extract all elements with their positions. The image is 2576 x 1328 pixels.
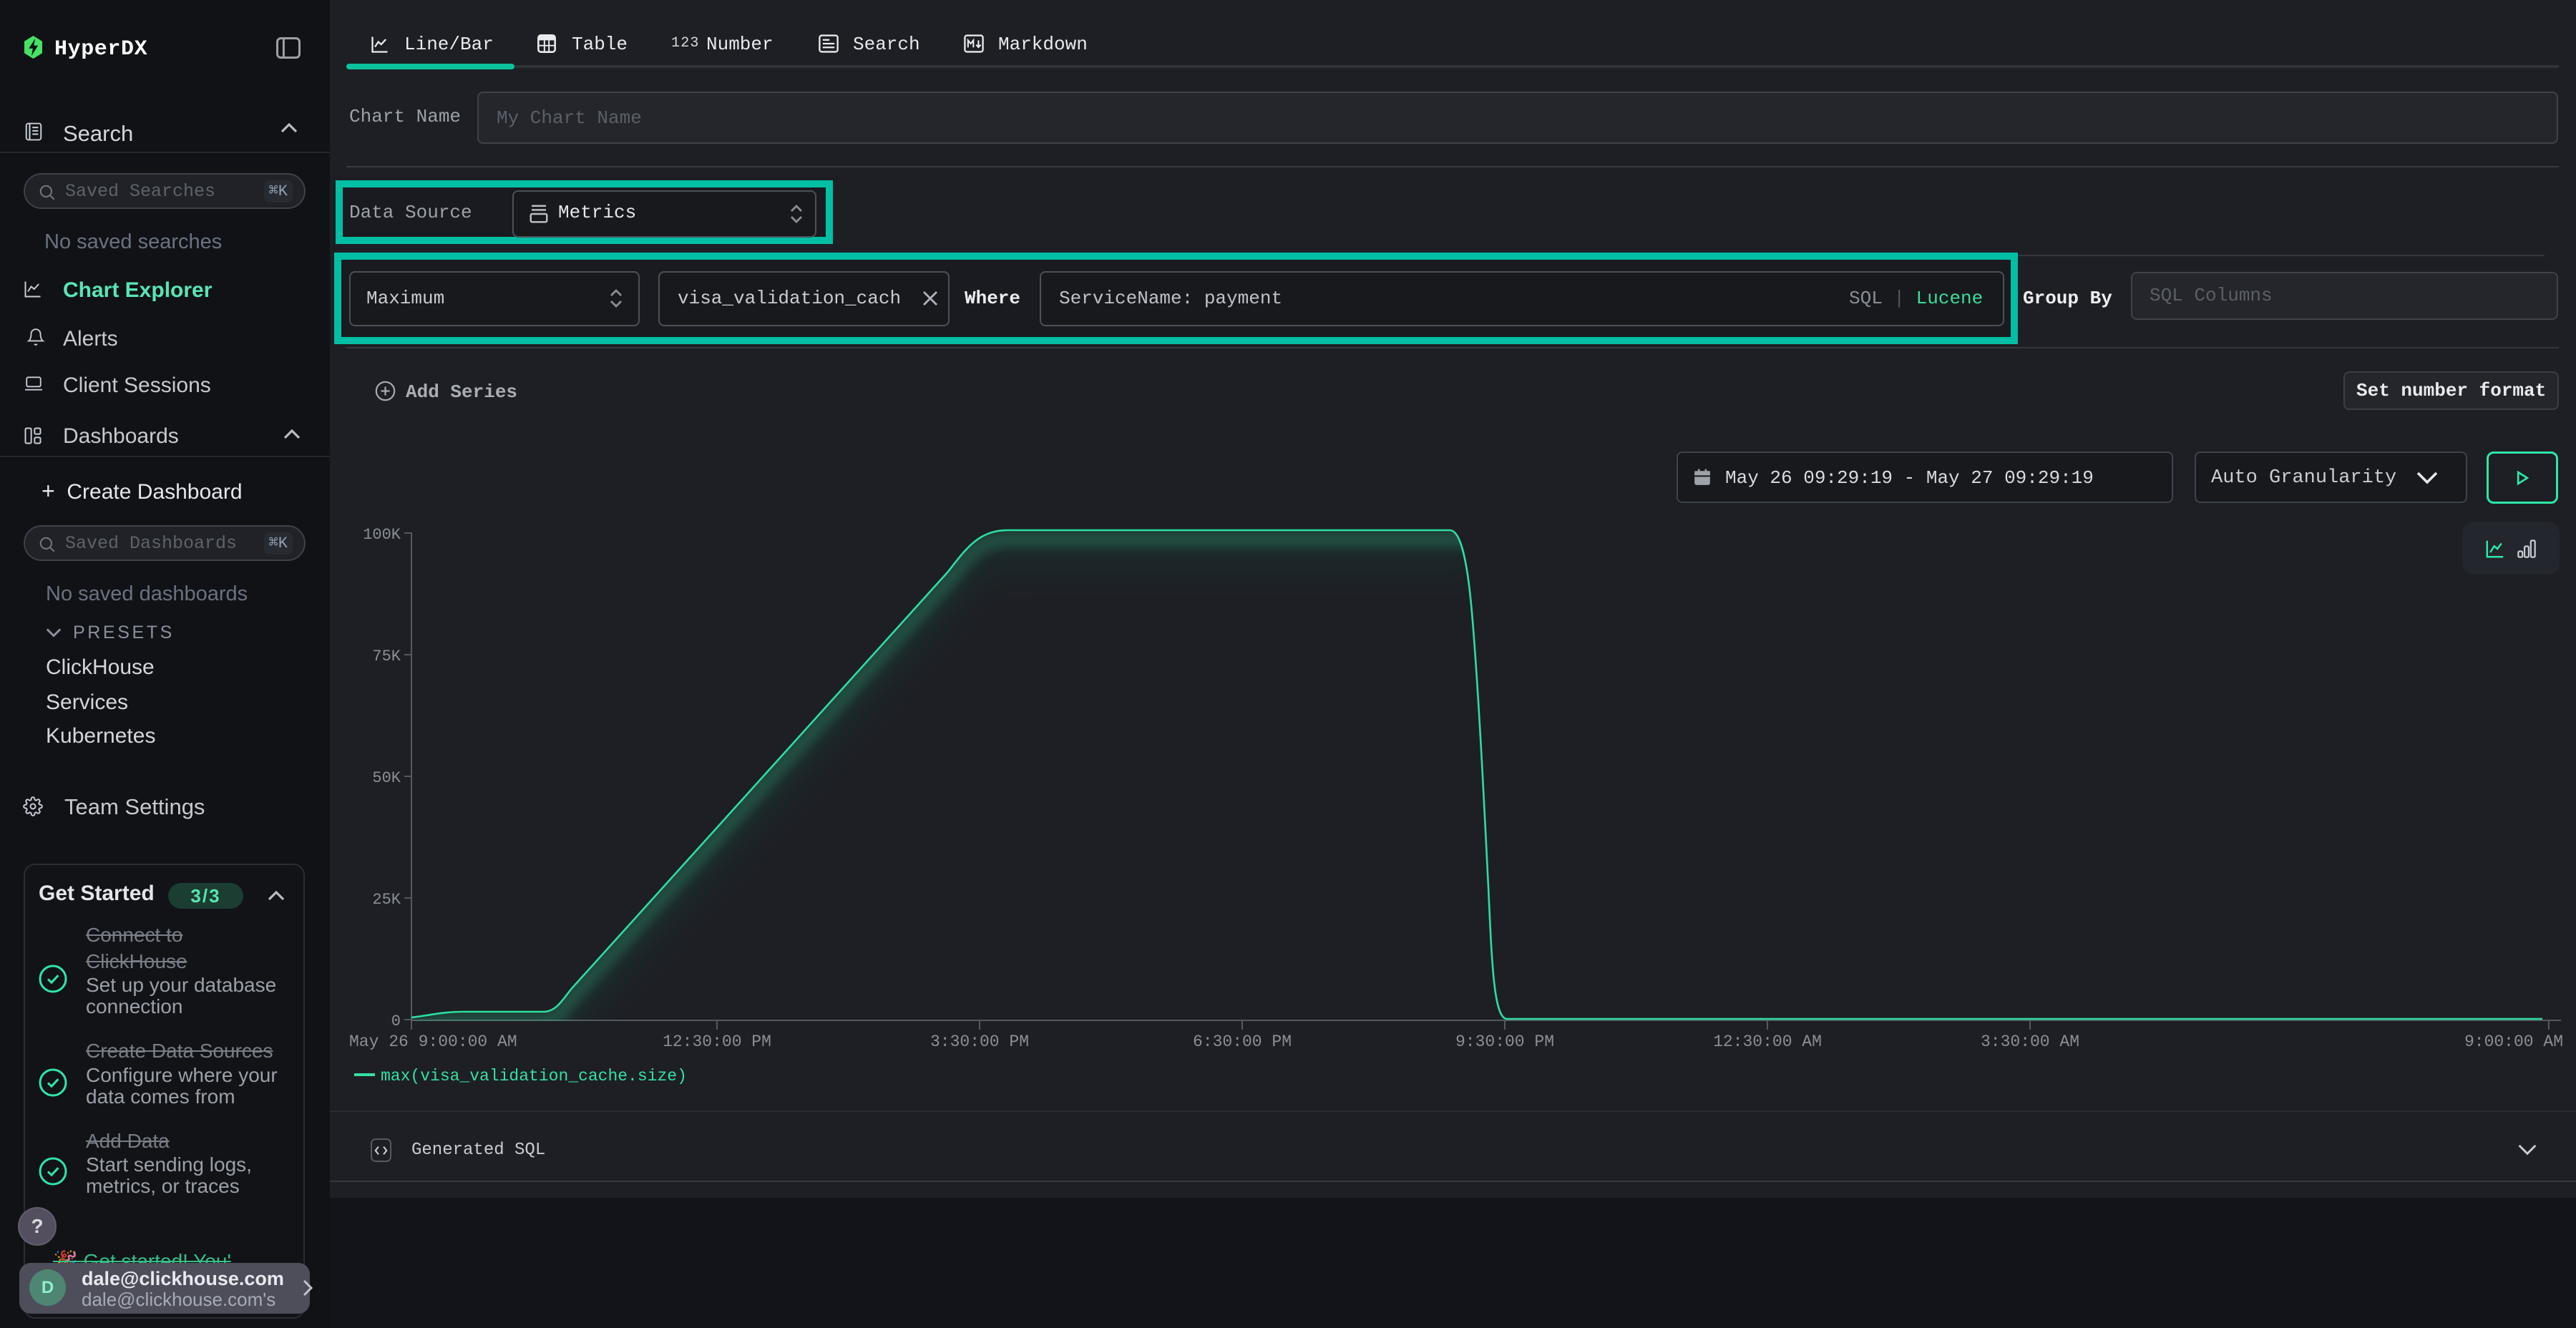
svg-text:6:30:00 PM: 6:30:00 PM (1193, 1032, 1292, 1051)
svg-text:0: 0 (391, 1012, 401, 1030)
svg-text:May 26 9:00:00 AM: May 26 9:00:00 AM (349, 1032, 517, 1051)
svg-text:3:30:00 PM: 3:30:00 PM (930, 1032, 1029, 1051)
svg-text:50K: 50K (372, 769, 401, 787)
svg-text:3:30:00 AM: 3:30:00 AM (1981, 1032, 2079, 1051)
svg-text:9:30:00 PM: 9:30:00 PM (1455, 1032, 1554, 1051)
svg-text:12:30:00 PM: 12:30:00 PM (663, 1032, 771, 1051)
svg-text:max(visa_validation_cache.size: max(visa_validation_cache.size) (381, 1067, 687, 1085)
svg-text:9:00:00 AM: 9:00:00 AM (2464, 1032, 2563, 1051)
svg-text:75K: 75K (372, 648, 401, 665)
svg-text:12:30:00 AM: 12:30:00 AM (1713, 1032, 1822, 1051)
svg-text:100K: 100K (363, 526, 401, 544)
svg-text:25K: 25K (372, 891, 401, 909)
